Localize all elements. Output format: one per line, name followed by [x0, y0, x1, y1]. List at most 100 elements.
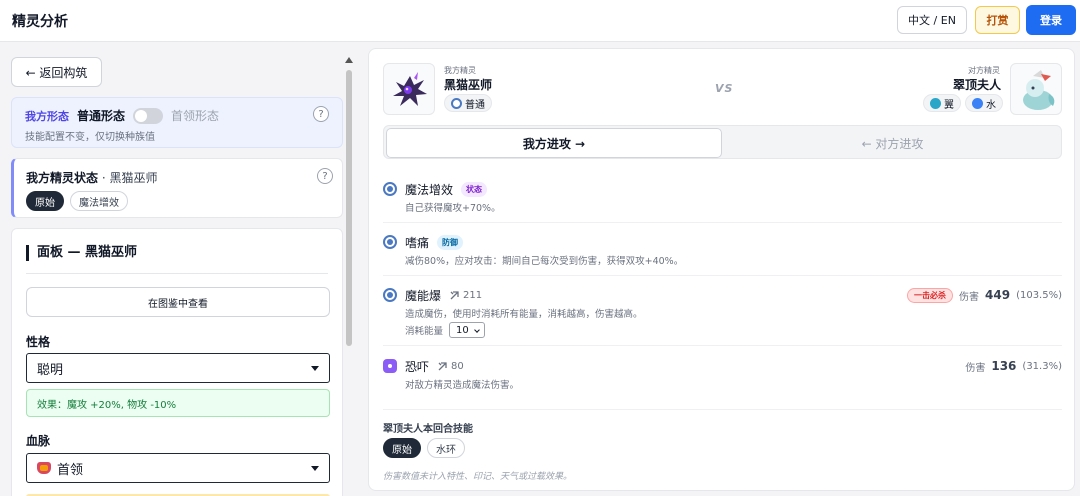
- skill-item: 魔法增效 状态 自己获得魔攻+70%。: [383, 180, 1062, 220]
- scrollbar-thumb[interactable]: [346, 70, 352, 346]
- energy-cost-value: 10: [456, 324, 469, 336]
- ally-state-title: 我方精灵状态 · 黑猫巫师: [26, 169, 157, 186]
- skill-divider: [383, 409, 1062, 410]
- top-bar: 精灵分析 中文 / EN 打赏 登录: [0, 0, 1080, 42]
- energy-icon: [438, 361, 447, 370]
- help-icon[interactable]: ?: [317, 168, 333, 184]
- skill-header: 魔法增效 状态: [383, 180, 488, 198]
- enemy-side-label: 对方精灵: [968, 66, 1000, 75]
- help-icon[interactable]: ?: [313, 106, 329, 122]
- skill-description: 减伤80%，应对攻击：期间自己每次受到伤害，获得双攻+40%。: [405, 256, 684, 267]
- emerald-lady-icon: [1023, 70, 1055, 110]
- skill-name: 魔法增效: [405, 182, 454, 197]
- state-pill-magic-boost[interactable]: 魔法增效: [70, 191, 128, 211]
- enemy-monster-avatar: [1010, 63, 1062, 115]
- enemy-type-water: 水: [965, 94, 1003, 112]
- chevron-down-icon: [474, 327, 480, 333]
- chevron-down-icon: [311, 366, 319, 371]
- nature-effect: 效果：魔攻 +20%, 物攻 -10%: [26, 389, 330, 417]
- crown-icon: [37, 462, 51, 474]
- skill-name: 恐吓: [405, 359, 430, 374]
- ally-state-card: 我方精灵状态 · 黑猫巫师 ? 原始 魔法增效: [11, 158, 343, 218]
- bloodline-label: 血脉: [26, 434, 51, 448]
- ally-monster-name: 黑猫巫师: [444, 78, 493, 92]
- tab-ally-attack[interactable]: 我方进攻 →: [386, 128, 722, 158]
- skill-cost-value: 80: [451, 360, 464, 372]
- nature-select[interactable]: 聪明: [26, 353, 330, 383]
- form-note: 技能配置不变，仅切换种族值: [25, 132, 155, 143]
- scroll-up-icon[interactable]: [345, 57, 353, 63]
- chevron-down-icon: [311, 466, 319, 471]
- tip-button[interactable]: 打赏: [975, 6, 1020, 34]
- language-toggle-button[interactable]: 中文 / EN: [897, 6, 967, 34]
- stats-panel-card: 面板 — 黑猫巫师 在图鉴中查看 性格 聪明 效果：魔攻 +20%, 物攻 -1…: [11, 228, 343, 496]
- skill-cost-value: 211: [463, 289, 483, 301]
- form-label: 我方形态: [25, 109, 69, 123]
- skill-name: 魔能爆: [405, 288, 442, 303]
- bloodline-select[interactable]: 首领: [26, 453, 330, 483]
- ally-type-label: 普通: [465, 99, 485, 111]
- skill-category-badge: 状态: [461, 181, 488, 197]
- wing-type-icon: [930, 97, 941, 109]
- skill-name: 嗜痛: [405, 235, 430, 250]
- black-cat-wizard-icon: [393, 72, 427, 106]
- damage-percent: (103.5%): [1016, 289, 1062, 301]
- back-to-build-button[interactable]: ← 返回构筑: [11, 57, 102, 87]
- normal-type-icon: [451, 97, 462, 109]
- skill-item: 魔能爆 211 一击必杀 伤害 449 (103.5%) 造成魔伤，使用时消耗所…: [383, 286, 1062, 342]
- skill-cost: 80: [437, 361, 464, 372]
- opponent-skills-title: 翠顶夫人本回合技能: [383, 424, 473, 435]
- form-switch-row: 我方形态 普通形态 首领形态: [25, 107, 219, 124]
- attack-direction-tabs: 我方进攻 → ← 对方进攻: [383, 125, 1062, 159]
- login-button[interactable]: 登录: [1026, 5, 1076, 35]
- form-alternate-label: 首领形态: [171, 109, 220, 123]
- damage-value: 449: [985, 288, 1011, 302]
- bloodline-value: 首领: [57, 462, 84, 478]
- energy-cost-label: 消耗能量: [405, 326, 444, 337]
- damage-value: 136: [991, 359, 1017, 373]
- skill-divider: [383, 275, 1062, 276]
- enemy-type-wing: 翼: [923, 94, 961, 112]
- skill-divider: [383, 345, 1062, 346]
- enemy-type-label-2: 水: [986, 99, 996, 111]
- opponent-skill-original[interactable]: 原始: [383, 438, 421, 458]
- toggle-knob: [135, 109, 148, 122]
- damage-percent: (31.3%): [1022, 360, 1062, 372]
- form-toggle[interactable]: [133, 107, 164, 124]
- skill-description: 造成魔伤，使用时消耗所有能量，消耗越高，伤害越高。: [405, 309, 643, 320]
- skill-divider: [383, 222, 1062, 223]
- skill-item: 恐吓 80 伤害 136 (31.3%) 对敌方精灵造成魔法伤害。: [383, 357, 1062, 397]
- damage-footnote: 伤害数值未计入特性、印记、天气或过载效果。: [383, 472, 573, 482]
- ally-state-heading: 我方精灵状态: [26, 171, 99, 185]
- normal-type-icon: [383, 182, 397, 196]
- tab-enemy-attack[interactable]: ← 对方进攻: [724, 128, 1061, 158]
- energy-cost-select[interactable]: 10: [449, 322, 486, 338]
- energy-cost-row: 消耗能量 10: [405, 322, 486, 338]
- normal-type-icon: [383, 235, 397, 249]
- ally-side-label: 我方精灵: [444, 66, 476, 75]
- panel-title: 面板 — 黑猫巫师: [26, 245, 137, 261]
- skill-header: 魔能爆 211: [383, 286, 482, 304]
- enemy-monster-name: 翠顶夫人: [952, 78, 1001, 92]
- skill-header: 嗜痛 防御: [383, 233, 464, 251]
- water-type-icon: [972, 97, 983, 109]
- ally-state-pills: 原始 魔法增效: [26, 191, 128, 211]
- opponent-skill-water-ring[interactable]: 水环: [427, 438, 465, 458]
- normal-type-icon: [383, 288, 397, 302]
- energy-icon: [450, 290, 459, 299]
- opponent-skill-pills: 原始 水环: [383, 438, 465, 458]
- skill-category-badge: 防御: [437, 234, 464, 250]
- skill-damage: 一击必杀 伤害 449 (103.5%): [907, 286, 1062, 304]
- skill-cost: 211: [449, 290, 482, 301]
- battle-analysis-card: 我方精灵 黑猫巫师 普通 VS 对方精灵 翠顶夫人 翼 水 我方进攻 → ← 对…: [368, 48, 1075, 491]
- one-hit-ko-badge: 一击必杀: [907, 287, 953, 303]
- panel-divider: [26, 273, 328, 274]
- damage-label: 伤害: [959, 291, 979, 303]
- skill-description: 对敌方精灵造成魔法伤害。: [405, 380, 520, 391]
- ally-type-normal: 普通: [444, 94, 492, 112]
- skill-item: 嗜痛 防御 减伤80%，应对攻击：期间自己每次受到伤害，获得双攻+40%。: [383, 233, 1062, 273]
- nature-label: 性格: [26, 335, 51, 349]
- state-pill-original[interactable]: 原始: [26, 191, 64, 211]
- app-title: 精灵分析: [12, 14, 68, 30]
- view-in-codex-button[interactable]: 在图鉴中查看: [26, 287, 330, 317]
